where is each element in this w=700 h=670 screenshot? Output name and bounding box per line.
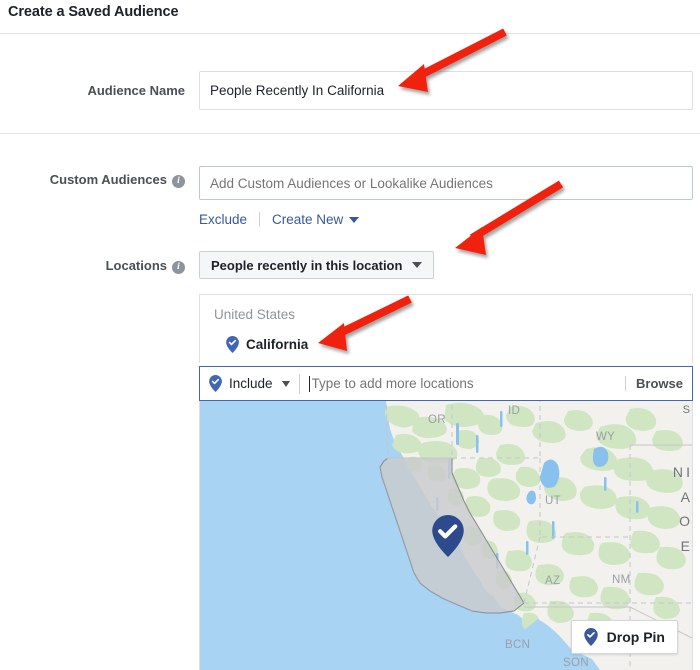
audience-name-input[interactable] bbox=[199, 71, 693, 110]
map-edge-label: I bbox=[686, 464, 690, 480]
browse-button[interactable]: Browse bbox=[625, 376, 683, 391]
create-new-link[interactable]: Create New bbox=[272, 212, 360, 227]
include-exclude-dropdown[interactable]: Include bbox=[209, 375, 290, 392]
locations-country: United States bbox=[214, 307, 296, 322]
custom-audiences-input[interactable] bbox=[199, 166, 693, 200]
section-divider bbox=[0, 133, 700, 134]
map-edge-label: S bbox=[682, 404, 690, 416]
chevron-down-icon bbox=[281, 380, 290, 387]
location-item-label: California bbox=[246, 337, 309, 352]
map-edge-label: O bbox=[679, 513, 690, 529]
info-icon[interactable]: i bbox=[172, 261, 185, 274]
map-pin-check-icon bbox=[583, 628, 598, 646]
locations-label-text: Locations bbox=[105, 258, 167, 273]
map-edge-label: A bbox=[680, 489, 690, 505]
map-pin-check-icon bbox=[226, 336, 239, 353]
map-edge-label: E bbox=[680, 538, 690, 554]
custom-audiences-label: Custom Audiences i bbox=[0, 172, 185, 188]
locations-label: Locations i bbox=[0, 258, 185, 274]
field-separator bbox=[298, 373, 300, 394]
locations-panel: United States California bbox=[199, 294, 693, 363]
exclude-link[interactable]: Exclude bbox=[199, 212, 247, 227]
locations-search-bar: Include Browse bbox=[199, 366, 693, 401]
create-saved-audience-page: Create a Saved Audience Audience Name Cu… bbox=[0, 0, 700, 670]
location-map[interactable]: OR ID WY UT AZ NM BCN SON S N I A O E + bbox=[199, 401, 693, 670]
map-edge-label: N bbox=[672, 464, 683, 480]
drop-pin-label: Drop Pin bbox=[606, 629, 665, 645]
page-title: Create a Saved Audience bbox=[8, 4, 179, 20]
info-icon[interactable]: i bbox=[172, 175, 185, 188]
audience-name-label: Audience Name bbox=[87, 83, 185, 98]
location-item-california[interactable]: California bbox=[226, 336, 308, 353]
locations-search-input[interactable] bbox=[308, 375, 622, 392]
create-new-label: Create New bbox=[272, 212, 344, 227]
map-pin-check-icon bbox=[209, 375, 222, 392]
link-separator bbox=[259, 212, 261, 227]
location-type-value: People recently in this location bbox=[211, 257, 403, 273]
header-divider bbox=[0, 33, 700, 34]
drop-pin-button[interactable]: Drop Pin bbox=[570, 620, 678, 654]
custom-audiences-links: Exclude Create New bbox=[199, 212, 360, 227]
chevron-down-icon bbox=[412, 262, 423, 268]
map-pin-check-icon[interactable] bbox=[432, 515, 464, 557]
location-type-dropdown[interactable]: People recently in this location bbox=[199, 251, 435, 279]
custom-audiences-label-text: Custom Audiences bbox=[49, 172, 167, 187]
include-label: Include bbox=[229, 376, 273, 391]
chevron-down-icon bbox=[349, 217, 360, 223]
